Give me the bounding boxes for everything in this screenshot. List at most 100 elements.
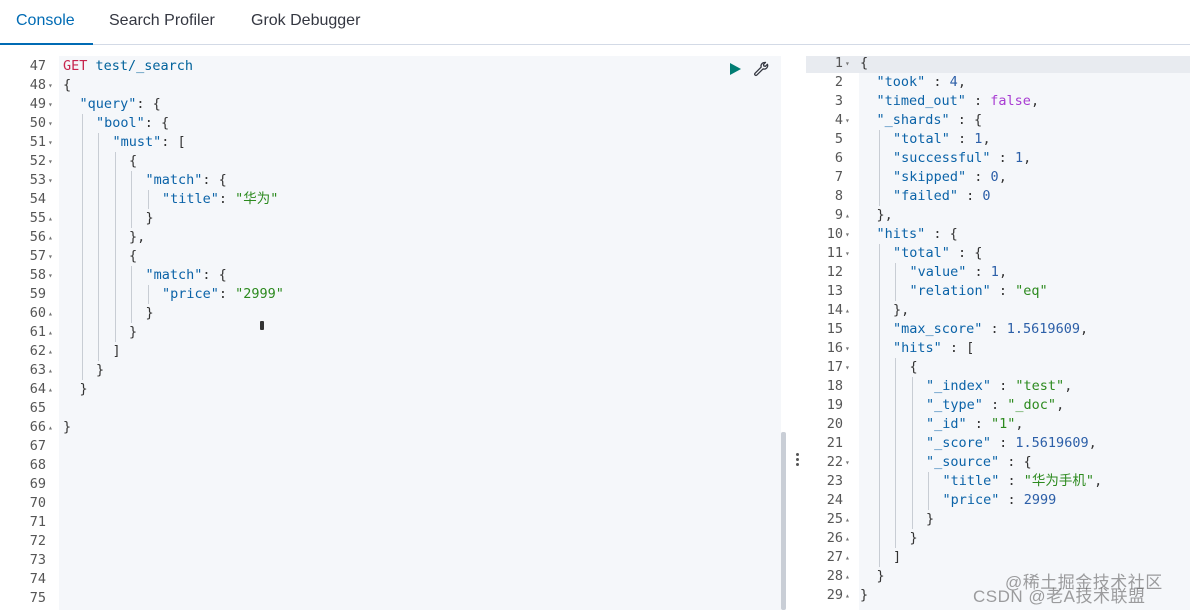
line-number: 10 (826, 226, 843, 242)
fold-open-icon[interactable]: ▾ (48, 76, 53, 95)
code-text: "hits" : [ (893, 339, 974, 358)
fold-open-icon[interactable]: ▾ (845, 56, 850, 73)
response-code-line: 15 "max_score" : 1.5619609, (806, 320, 1190, 339)
fold-close-icon[interactable]: ▴ (48, 342, 53, 361)
fold-open-icon[interactable]: ▾ (48, 171, 53, 190)
tab-grok-debugger[interactable]: Grok Debugger (251, 0, 360, 45)
request-code-line: 48 ▾ { (0, 76, 781, 95)
indent-guide (895, 415, 896, 434)
fold-open-icon[interactable]: ▾ (48, 266, 53, 285)
token-key: "_type" (926, 397, 983, 413)
code-text: "hits" : { (877, 225, 958, 244)
token-num: 2999 (1023, 492, 1057, 508)
line-number: 23 (826, 473, 843, 489)
token-punc: } (96, 362, 105, 378)
response-code-line: 25 ▴} (806, 510, 1190, 529)
code-text: "total" : 1, (893, 130, 991, 149)
line-number: 54 (29, 191, 46, 207)
code-text: "timed_out" : false, (877, 92, 1040, 111)
code-text: } (96, 361, 104, 380)
indent-guide (878, 510, 880, 529)
code-text: } (129, 323, 137, 342)
indent-guide (98, 228, 99, 247)
token-str: "华为" (235, 191, 279, 207)
token-punc: , (1023, 150, 1032, 166)
fold-open-icon[interactable]: ▾ (48, 95, 53, 114)
token-punc (87, 58, 95, 74)
fold-close-icon[interactable]: ▴ (48, 228, 53, 247)
token-punc: : (991, 378, 1016, 394)
token-punc: } (876, 568, 885, 584)
token-punc: : (991, 435, 1016, 451)
wrench-icon[interactable] (752, 60, 770, 78)
fold-open-icon[interactable]: ▾ (845, 453, 850, 472)
indent-guide (81, 323, 83, 342)
token-punc: : (925, 74, 950, 90)
indent-guide (131, 209, 132, 228)
request-code-line: 55 ▴} (0, 209, 781, 228)
fold-close-icon[interactable]: ▴ (48, 361, 53, 380)
fold-open-icon[interactable]: ▾ (48, 114, 53, 133)
token-punc: : { (202, 267, 227, 283)
indent-guide (98, 247, 99, 266)
response-viewer[interactable]: 1 ▾{2 "took" : 4, 3 "timed_out" : false, 4 ▾ "_… (806, 56, 1190, 610)
code-text: } (80, 380, 88, 399)
fold-close-icon[interactable]: ▴ (845, 510, 850, 529)
fold-open-icon[interactable]: ▾ (845, 225, 850, 244)
indent-guide (131, 304, 132, 323)
response-code-line: 18 "_index" : "test", (806, 377, 1190, 396)
indent-guide (878, 453, 880, 472)
token-key: "hits" (893, 340, 942, 356)
fold-open-icon[interactable]: ▾ (48, 152, 53, 171)
request-scrollbar[interactable] (781, 432, 786, 610)
tab-search-profiler[interactable]: Search Profiler (109, 0, 215, 45)
fold-open-icon[interactable]: ▾ (48, 247, 53, 266)
line-number: 18 (826, 378, 843, 394)
fold-close-icon[interactable]: ▴ (48, 380, 53, 399)
indent-guide (878, 472, 880, 491)
fold-close-icon[interactable]: ▴ (48, 323, 53, 342)
indent-guide (895, 282, 896, 301)
play-icon[interactable] (727, 61, 743, 77)
indent-guide (98, 304, 99, 323)
token-key: "title" (942, 473, 1000, 489)
fold-close-icon[interactable]: ▴ (845, 567, 850, 586)
fold-open-icon[interactable]: ▾ (845, 244, 850, 263)
tab-console[interactable]: Console (0, 0, 93, 45)
indent-guide (895, 358, 896, 377)
request-editor[interactable]: 47 GET test/_search 48 ▾{49 ▾ "query": {50 ▾ "b… (0, 56, 781, 610)
token-punc: : { (202, 172, 227, 188)
token-key: "total" (893, 131, 950, 147)
indent-guide (878, 282, 880, 301)
fold-close-icon[interactable]: ▴ (48, 304, 53, 323)
fold-open-icon[interactable]: ▾ (845, 358, 850, 377)
panel-resizer[interactable] (793, 452, 801, 470)
token-key: "successful" (893, 150, 991, 166)
request-code-line: 69 (0, 475, 781, 494)
fold-close-icon[interactable]: ▴ (845, 301, 850, 320)
indent-guide (895, 529, 896, 548)
fold-close-icon[interactable]: ▴ (845, 548, 850, 567)
fold-close-icon[interactable]: ▴ (845, 206, 850, 225)
token-key: "match" (145, 267, 203, 283)
token-num: 0 (982, 188, 991, 204)
fold-open-icon[interactable]: ▾ (845, 111, 850, 130)
indent-guide (81, 247, 83, 266)
fold-open-icon[interactable]: ▾ (48, 133, 53, 152)
request-code-line: 67 (0, 437, 781, 456)
indent-guide (98, 285, 99, 304)
token-punc: ] (893, 549, 902, 565)
indent-guide (147, 190, 149, 209)
fold-open-icon[interactable]: ▾ (845, 339, 850, 358)
line-number: 17 (826, 359, 843, 375)
fold-close-icon[interactable]: ▴ (48, 209, 53, 228)
code-text: ] (893, 548, 901, 567)
fold-close-icon[interactable]: ▴ (845, 529, 850, 548)
code-text: "_type" : "_doc", (926, 396, 1064, 415)
indent-guide (147, 285, 149, 304)
line-number: 6 (834, 150, 843, 166)
token-punc: , (1015, 416, 1024, 432)
fold-close-icon[interactable]: ▴ (48, 418, 53, 437)
fold-close-icon[interactable]: ▴ (845, 586, 850, 605)
token-num: 4 (949, 74, 958, 90)
